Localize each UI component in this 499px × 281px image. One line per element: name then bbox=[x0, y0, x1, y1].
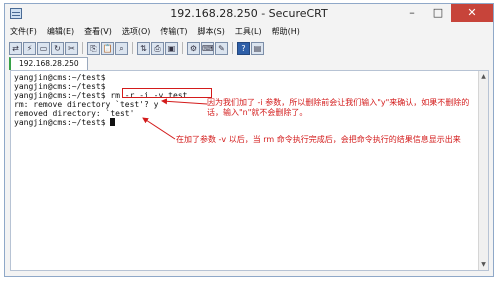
title-bar: 192.168.28.250 - SecureCRT – □ ✕ bbox=[5, 4, 493, 24]
menu-help[interactable]: 帮助(H) bbox=[267, 25, 305, 39]
command-highlight-box bbox=[122, 88, 212, 98]
menu-options[interactable]: 选项(O) bbox=[117, 25, 156, 39]
toolbar-separator bbox=[132, 42, 133, 54]
session-tabs: 192.168.28.250 bbox=[9, 57, 88, 70]
menu-tools[interactable]: 工具(L) bbox=[230, 25, 267, 39]
minimize-button[interactable]: – bbox=[399, 4, 425, 22]
quick-connect-icon[interactable]: ⚡ bbox=[23, 41, 36, 55]
menu-file[interactable]: 文件(F) bbox=[5, 25, 42, 39]
session-tab-icon[interactable]: ▭ bbox=[37, 41, 50, 55]
window-controls: – □ ✕ bbox=[399, 4, 493, 23]
toolbar: ⇄ ⚡ ▭ ↻ ✂ ⎘ 📋 ⌕ ⇅ ⎙ ▣ ⚙ ⌨ ✎ ? ▤ bbox=[9, 40, 264, 56]
reconnect-icon[interactable]: ↻ bbox=[51, 41, 64, 55]
toolbar-separator bbox=[232, 42, 233, 54]
menu-bar: 文件(F) 编辑(E) 查看(V) 选项(O) 传输(T) 脚本(S) 工具(L… bbox=[5, 25, 493, 39]
connect-icon[interactable]: ⇄ bbox=[9, 41, 22, 55]
disconnect-icon[interactable]: ✂ bbox=[65, 41, 78, 55]
terminal-cursor bbox=[110, 118, 116, 126]
terminal-output: yangjin@cms:~/test$ yangjin@cms:~/test$ … bbox=[14, 73, 187, 127]
menu-view[interactable]: 查看(V) bbox=[79, 25, 117, 39]
annotation-verbose-flag: 在加了参数 -v 以后，当 rm 命令执行完成后，会把命令执行的结果信息显示出来 bbox=[176, 135, 461, 144]
menu-script[interactable]: 脚本(S) bbox=[193, 25, 230, 39]
annotation-interactive-flag: 因为我们加了 -i 参数，所以删除前会让我们输入"y"来确认，如果不删除的话，输… bbox=[207, 98, 470, 117]
screen-icon[interactable]: ▣ bbox=[165, 41, 178, 55]
help-icon[interactable]: ? bbox=[237, 41, 250, 55]
securecrt-window: 192.168.28.250 - SecureCRT – □ ✕ 文件(F) 编… bbox=[4, 3, 494, 277]
menu-transfer[interactable]: 传输(T) bbox=[155, 25, 192, 39]
keymap-icon[interactable]: ⌨ bbox=[201, 41, 214, 55]
scroll-up-icon[interactable]: ▲ bbox=[479, 72, 488, 81]
paste-icon[interactable]: 📋 bbox=[101, 41, 114, 55]
tab-session[interactable]: 192.168.28.250 bbox=[9, 57, 88, 70]
scroll-down-icon[interactable]: ▼ bbox=[479, 260, 488, 269]
terminal-line: yangjin@cms:~/test$ bbox=[14, 82, 106, 91]
toolbar-separator bbox=[82, 42, 83, 54]
terminal-line: rm: remove directory `test'? y bbox=[14, 100, 159, 109]
script-icon[interactable]: ✎ bbox=[215, 41, 228, 55]
menu-edit[interactable]: 编辑(E) bbox=[42, 25, 79, 39]
terminal-line: removed directory: `test' bbox=[14, 109, 135, 118]
options-icon[interactable]: ▤ bbox=[251, 41, 264, 55]
settings-icon[interactable]: ⚙ bbox=[187, 41, 200, 55]
sftp-icon[interactable]: ⇅ bbox=[137, 41, 150, 55]
find-icon[interactable]: ⌕ bbox=[115, 41, 128, 55]
terminal-line: yangjin@cms:~/test$ bbox=[14, 73, 106, 82]
close-button[interactable]: ✕ bbox=[451, 4, 493, 22]
vertical-scrollbar[interactable]: ▲ ▼ bbox=[478, 71, 488, 270]
terminal-line: yangjin@cms:~/test$ bbox=[14, 118, 111, 127]
print-icon[interactable]: ⎙ bbox=[151, 41, 164, 55]
toolbar-separator bbox=[182, 42, 183, 54]
copy-icon[interactable]: ⎘ bbox=[87, 41, 100, 55]
maximize-button[interactable]: □ bbox=[425, 4, 451, 22]
terminal-pane[interactable]: yangjin@cms:~/test$ yangjin@cms:~/test$ … bbox=[10, 70, 489, 271]
